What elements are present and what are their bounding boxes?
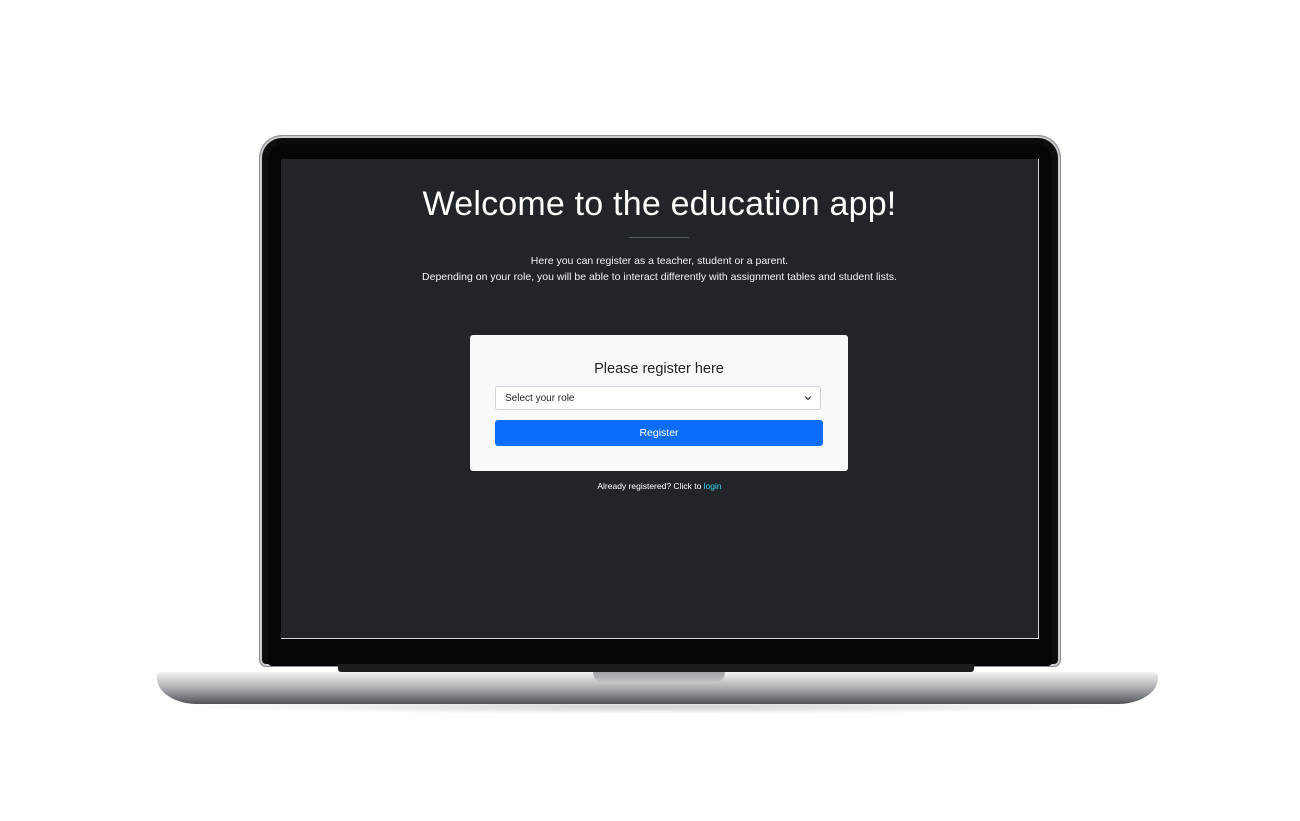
intro-line-1: Here you can register as a teacher, stud… [530,255,789,267]
login-prompt-text: Already registered? Click to [597,481,704,491]
register-card: Please register here Select your role Re… [470,335,848,471]
page-title: Welcome to the education app! [422,185,897,223]
login-prompt: Already registered? Click to login [281,481,1038,491]
chevron-down-icon [804,396,812,400]
role-select[interactable]: Select your role [495,386,821,410]
register-card-title: Please register here [594,361,724,377]
device-mockup: Welcome to the education app! Here you c… [0,0,1300,821]
intro-line-2: Depending on your role, you will be able… [422,271,897,283]
login-link[interactable]: login [704,481,722,491]
title-divider [629,237,689,238]
laptop-hinge [338,664,974,672]
role-select-value: Select your role [505,392,575,404]
laptop-notch [593,672,725,683]
register-button[interactable]: Register [495,420,823,446]
intro-text: Here you can register as a teacher, stud… [281,253,1038,285]
app-screen: Welcome to the education app! Here you c… [281,159,1039,639]
